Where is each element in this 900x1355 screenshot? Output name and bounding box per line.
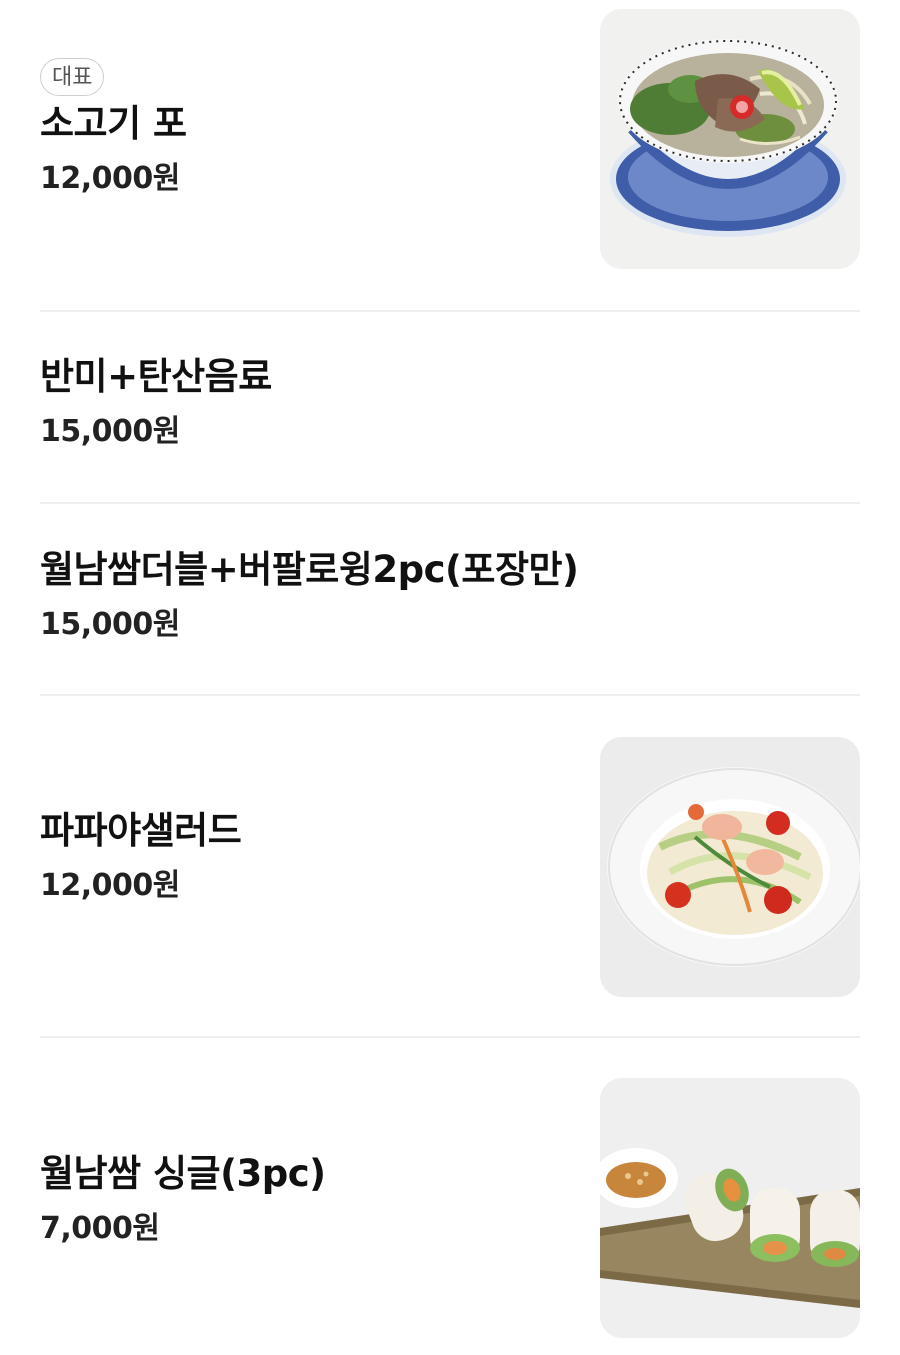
menu-item-name: 파파야샐러드 xyxy=(40,809,242,852)
menu-item-price: 12,000원 xyxy=(40,161,180,196)
menu-item-papaya-salad[interactable]: 파파야샐러드 12,000원 xyxy=(40,696,860,1038)
spring-roll-photo[interactable] xyxy=(600,1078,860,1338)
menu-item-price: 15,000원 xyxy=(40,414,180,449)
menu-list: 대표 소고기 포 12,000원 반미+탄산음료 15,000원 월남쌈더블+버… xyxy=(40,0,860,1355)
menu-item-name: 반미+탄산음료 xyxy=(40,355,272,398)
menu-item-price: 15,000원 xyxy=(40,607,180,642)
signature-badge: 대표 xyxy=(40,58,105,96)
menu-item-price: 7,000원 xyxy=(40,1211,160,1246)
papaya-salad-photo[interactable] xyxy=(600,737,860,997)
menu-item-price: 12,000원 xyxy=(40,868,180,903)
menu-item-name: 소고기 포 xyxy=(40,102,187,145)
menu-item-beef-pho[interactable]: 대표 소고기 포 12,000원 xyxy=(40,0,860,312)
menu-item-spring-roll-single[interactable]: 월남쌈 싱글(3pc) 7,000원 xyxy=(40,1038,860,1355)
menu-item-spring-roll-double-wings[interactable]: 월남쌈더블+버팔로윙2pc(포장만) 15,000원 xyxy=(40,504,860,696)
beef-pho-photo[interactable] xyxy=(600,9,860,269)
menu-item-name: 월남쌈 싱글(3pc) xyxy=(40,1152,326,1195)
menu-item-name: 월남쌈더블+버팔로윙2pc(포장만) xyxy=(40,548,579,591)
menu-item-banh-mi-soda[interactable]: 반미+탄산음료 15,000원 xyxy=(40,312,860,504)
